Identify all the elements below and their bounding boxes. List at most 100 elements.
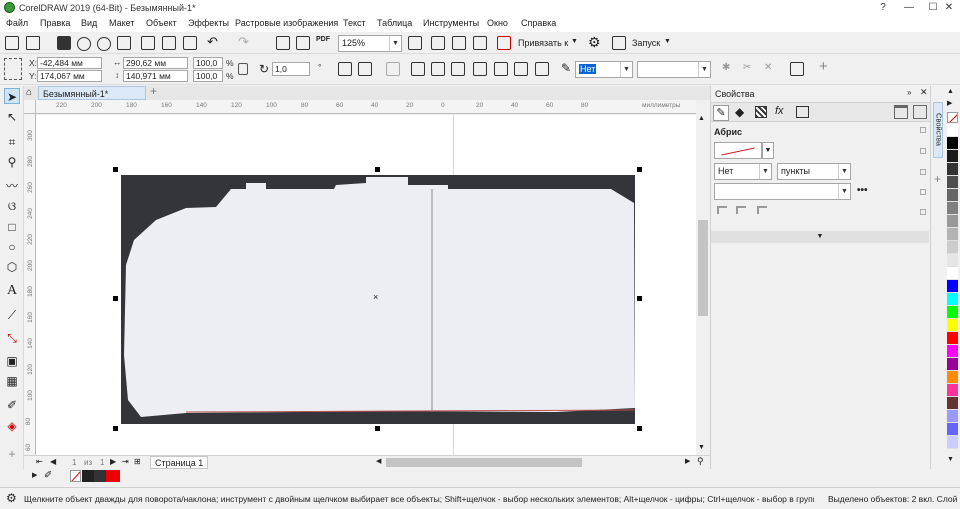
palette-swatch[interactable]: [947, 384, 958, 397]
corner-checkbox[interactable]: [920, 209, 926, 215]
connector-tool-icon[interactable]: ⤡: [4, 330, 20, 346]
palette-swatch[interactable]: [947, 345, 958, 358]
selection-handle[interactable]: [113, 296, 118, 301]
style-checkbox[interactable]: [920, 189, 926, 195]
palette-swatch[interactable]: [947, 137, 958, 150]
outline-color-button[interactable]: [714, 142, 762, 159]
undo-icon[interactable]: ↶: [207, 34, 218, 50]
pick-tool-icon[interactable]: ➤: [4, 88, 20, 104]
parallel-dimension-icon[interactable]: ⟋: [4, 307, 20, 323]
drop-shadow-icon[interactable]: ▣: [4, 353, 20, 369]
vertical-scrollbar[interactable]: ▲ ▼: [696, 114, 710, 455]
selection-handle[interactable]: [113, 426, 118, 431]
transparency-icon[interactable]: ▦: [4, 373, 20, 389]
vertical-ruler[interactable]: 300 280 260 240 220 200 180 160 140 120 100 80 60: [24, 114, 36, 455]
units-select[interactable]: пункты ▼: [777, 163, 851, 180]
scroll-right-icon[interactable]: ▶: [685, 457, 690, 465]
line-join-icon[interactable]: [736, 206, 746, 214]
palette-swatch[interactable]: [947, 306, 958, 319]
palette-swatch[interactable]: [947, 150, 958, 163]
redo-icon[interactable]: ↷: [238, 34, 249, 50]
docker-close-icon[interactable]: ✕: [920, 87, 928, 98]
show-rulers-icon[interactable]: [431, 36, 445, 50]
document-tab[interactable]: Безымянный-1*: [38, 86, 146, 100]
create-boundary-icon[interactable]: [535, 62, 549, 76]
palette-swatch[interactable]: [947, 397, 958, 410]
palette-swatch[interactable]: [947, 124, 958, 137]
expand-arrow-icon[interactable]: ▶: [32, 471, 37, 479]
help-button[interactable]: ?: [870, 0, 896, 16]
palette-swatch[interactable]: [947, 241, 958, 254]
last-page-icon[interactable]: ⇥: [122, 457, 129, 466]
mirror-vertical-icon[interactable]: [358, 62, 372, 76]
fill-tab-icon[interactable]: ◆: [735, 105, 744, 119]
selection-handle[interactable]: [637, 426, 642, 431]
effects-fx-icon[interactable]: fx: [775, 105, 784, 117]
palette-swatch[interactable]: [947, 436, 958, 449]
new-document-icon[interactable]: [5, 36, 19, 50]
menu-table[interactable]: Таблица: [377, 18, 412, 28]
width-checkbox[interactable]: [920, 169, 926, 175]
palette-no-color-swatch[interactable]: [947, 112, 958, 123]
palette-swatch[interactable]: [947, 319, 958, 332]
horizontal-scroll-thumb[interactable]: [386, 458, 582, 467]
home-icon[interactable]: ⌂: [26, 87, 32, 98]
outline-width-select[interactable]: Нет ▼: [575, 61, 633, 78]
zoom-tool-icon[interactable]: ⚲: [4, 154, 20, 170]
add-page-icon[interactable]: ⊞: [134, 457, 141, 466]
copy-icon[interactable]: [162, 36, 176, 50]
palette-swatch[interactable]: [947, 228, 958, 241]
ellipse-tool-icon[interactable]: ○: [4, 239, 20, 255]
wrap-text-icon[interactable]: [386, 62, 400, 76]
cloud-upload-icon[interactable]: [77, 37, 91, 51]
ruler-origin[interactable]: [24, 100, 36, 114]
intersect-icon[interactable]: [451, 62, 465, 76]
palette-swatch[interactable]: [947, 215, 958, 228]
palette-swatch[interactable]: [947, 332, 958, 345]
menu-tools[interactable]: Инструменты: [423, 18, 479, 28]
selection-handle[interactable]: [375, 167, 380, 172]
selection-handle[interactable]: [637, 296, 642, 301]
x-position-field[interactable]: -42,484 мм: [37, 57, 102, 69]
palette-swatch[interactable]: [947, 293, 958, 306]
properties-side-tab[interactable]: Свойства: [933, 102, 944, 158]
align-distribute-icon[interactable]: [790, 62, 804, 76]
page-tab[interactable]: Страница 1: [150, 456, 209, 469]
artistic-media-icon[interactable]: ଓ: [4, 198, 20, 214]
cut-icon[interactable]: [141, 36, 155, 50]
launch-dropdown[interactable]: Запуск: [632, 38, 660, 48]
snap-off-icon[interactable]: [497, 36, 511, 50]
bitmap-image[interactable]: [36, 115, 696, 455]
scroll-down-icon[interactable]: ▼: [698, 444, 705, 451]
rectangle-tool-icon[interactable]: □: [4, 219, 20, 235]
first-page-icon[interactable]: ⇤: [36, 457, 43, 466]
polygon-tool-icon[interactable]: ⬡: [4, 259, 20, 275]
chevron-down-icon[interactable]: ▼: [762, 142, 774, 159]
selection-handle[interactable]: [113, 167, 118, 172]
export-icon[interactable]: [296, 36, 310, 50]
simplify-icon[interactable]: [473, 62, 487, 76]
palette-swatch[interactable]: [947, 358, 958, 371]
scale-x-field[interactable]: 100,0: [193, 57, 223, 69]
outline-width-docker-select[interactable]: Нет ▼: [714, 163, 772, 180]
palette-swatch[interactable]: [947, 176, 958, 189]
zoom-navigator-icon[interactable]: ⚲: [697, 456, 704, 467]
add-docker-icon[interactable]: +: [934, 172, 941, 186]
outline-tab-icon[interactable]: ✎: [713, 105, 729, 121]
menu-text[interactable]: Текст: [343, 18, 366, 28]
save-icon[interactable]: [57, 36, 71, 50]
new-tab-icon[interactable]: +: [150, 84, 157, 98]
expand-section-icon[interactable]: ▼: [711, 231, 929, 243]
snap-to-dropdown[interactable]: Привязать к: [518, 38, 568, 48]
export-pdf-icon[interactable]: PDF: [316, 36, 330, 43]
color-checkbox[interactable]: [920, 148, 926, 154]
palette-swatch[interactable]: [947, 254, 958, 267]
minimize-button[interactable]: —: [896, 0, 922, 16]
vertical-scroll-thumb[interactable]: [698, 220, 708, 316]
menu-view[interactable]: Вид: [81, 18, 97, 28]
cloud-download-icon[interactable]: [97, 37, 111, 51]
front-minus-back-icon[interactable]: [494, 62, 508, 76]
options-gear-icon[interactable]: ⚙: [588, 34, 601, 51]
freehand-tool-icon[interactable]: 〰: [4, 178, 20, 194]
eyedropper-icon[interactable]: ✐: [4, 397, 20, 413]
